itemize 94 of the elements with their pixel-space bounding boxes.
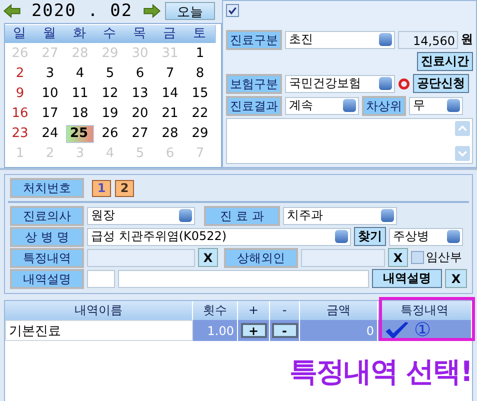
- calendar-day[interactable]: 5: [96, 64, 124, 84]
- checkbox-label: 임산부: [426, 249, 462, 266]
- calendar-day[interactable]: 27: [126, 124, 154, 144]
- weekday-header: 일: [4, 24, 36, 43]
- result-select[interactable]: 계속: [285, 96, 359, 114]
- calendar-day[interactable]: 3: [36, 64, 64, 84]
- clear-button[interactable]: X: [388, 248, 408, 267]
- calendar-day[interactable]: 22: [186, 104, 214, 124]
- calendar-day[interactable]: 10: [36, 84, 64, 104]
- clear-button[interactable]: X: [445, 269, 467, 288]
- weekday-header: 토: [184, 24, 216, 43]
- weekday-header: 목: [124, 24, 156, 43]
- decrement-button[interactable]: -: [272, 323, 298, 338]
- calendar-day[interactable]: 17: [36, 104, 64, 124]
- today-button[interactable]: 오늘: [165, 2, 215, 20]
- visit-time-button[interactable]: 진료시간: [417, 52, 473, 71]
- diagnosis-rank-select[interactable]: 주상병: [389, 228, 463, 246]
- ring-icon: [398, 78, 410, 90]
- field-label: 처치번호: [10, 178, 84, 198]
- clear-button[interactable]: X: [198, 248, 218, 267]
- calendar-day[interactable]: 21: [156, 104, 184, 124]
- field-label: 진 료 과: [204, 206, 280, 226]
- column-header: 횟수: [193, 301, 238, 320]
- calendar-day[interactable]: 4: [66, 64, 94, 84]
- table-cell: 기본진료: [5, 320, 193, 341]
- field-label: 특정내역: [10, 248, 84, 268]
- calendar-day[interactable]: 12: [96, 84, 124, 104]
- calendar-day[interactable]: 9: [6, 84, 34, 104]
- calendar-day[interactable]: 23: [6, 124, 34, 144]
- calendar-day[interactable]: 29: [186, 124, 214, 144]
- input-field[interactable]: [118, 270, 370, 288]
- calendar-day[interactable]: 1: [186, 44, 214, 64]
- field-label: 보험구분: [226, 74, 282, 94]
- calendar-day[interactable]: 18: [66, 104, 94, 124]
- calendar-day[interactable]: 6: [126, 64, 154, 84]
- calendar-day[interactable]: 7: [156, 64, 184, 84]
- column-header: 특정내역: [378, 301, 472, 320]
- fee-field: 14,560: [398, 30, 458, 48]
- claim-button[interactable]: 공단신청: [413, 74, 469, 93]
- treatment-number-tab[interactable]: 2: [115, 180, 134, 196]
- column-header: -: [270, 301, 300, 320]
- special-field[interactable]: [87, 248, 195, 266]
- treatment-number-tab[interactable]: 1: [92, 180, 111, 196]
- field-label: 진료결과: [226, 96, 282, 116]
- calendar-day[interactable]: 24: [36, 124, 64, 144]
- month-label: 2020 . 02: [30, 0, 134, 21]
- calendar-day[interactable]: 26: [96, 124, 124, 144]
- calendar-day[interactable]: 8: [186, 64, 214, 84]
- calendar-day[interactable]: 16: [6, 104, 34, 124]
- find-button[interactable]: 찾기: [354, 227, 386, 246]
- field-label: 진료의사: [10, 206, 84, 226]
- calendar-day[interactable]: 28: [156, 124, 184, 144]
- input-field[interactable]: [86, 270, 115, 288]
- memo-field[interactable]: [226, 118, 473, 164]
- field-label: 차상위: [362, 96, 406, 116]
- table-cell: 1.00: [193, 320, 238, 341]
- scroll-down-icon[interactable]: [455, 146, 470, 161]
- department-select[interactable]: 치주과: [283, 206, 397, 224]
- field-label: 진료구분: [226, 30, 282, 50]
- left-arrow-icon[interactable]: [3, 4, 21, 18]
- calendar-day[interactable]: 20: [126, 104, 154, 124]
- calendar-day[interactable]: 19: [96, 104, 124, 124]
- doctor-select[interactable]: 원장: [87, 206, 195, 224]
- column-header: 금액: [300, 301, 378, 320]
- field-label: 상해외인: [224, 248, 298, 268]
- diagnosis-select[interactable]: 급성 치관주위염(K0522): [87, 228, 351, 246]
- note-button[interactable]: 내역설명: [372, 269, 442, 288]
- checkbox[interactable]: [226, 4, 239, 17]
- scroll-up-icon[interactable]: [455, 121, 470, 136]
- column-header: 내역이름: [5, 301, 193, 320]
- table-cell: 0: [300, 320, 378, 341]
- currency-unit: 원: [461, 31, 473, 48]
- calendar-day[interactable]: 13: [126, 84, 154, 104]
- weekday-header: 수: [94, 24, 126, 43]
- weekday-header: 월: [34, 24, 66, 43]
- calendar-day[interactable]: 25: [66, 124, 94, 143]
- insurance-select[interactable]: 국민건강보험: [285, 74, 395, 92]
- calendar-day[interactable]: 2: [6, 64, 34, 84]
- calendar-day[interactable]: 15: [186, 84, 214, 104]
- field-label: 상 병 명: [10, 226, 84, 246]
- increment-button[interactable]: +: [240, 323, 266, 338]
- annotation-caption: 특정내역 선택!: [289, 354, 472, 390]
- column-header: +: [238, 301, 270, 320]
- weekday-header: 금: [154, 24, 186, 43]
- visit-type-select[interactable]: 초진: [285, 30, 395, 48]
- field-label: 내역설명: [10, 268, 84, 288]
- calendar-day[interactable]: 11: [66, 84, 94, 104]
- right-arrow-icon[interactable]: [143, 4, 161, 18]
- weekday-header: 화: [64, 24, 96, 43]
- checkbox[interactable]: [411, 251, 424, 264]
- injury-field[interactable]: [301, 248, 385, 266]
- step-marker: ①: [414, 321, 432, 340]
- calendar-day[interactable]: 14: [156, 84, 184, 104]
- rank-select[interactable]: 무: [409, 96, 463, 114]
